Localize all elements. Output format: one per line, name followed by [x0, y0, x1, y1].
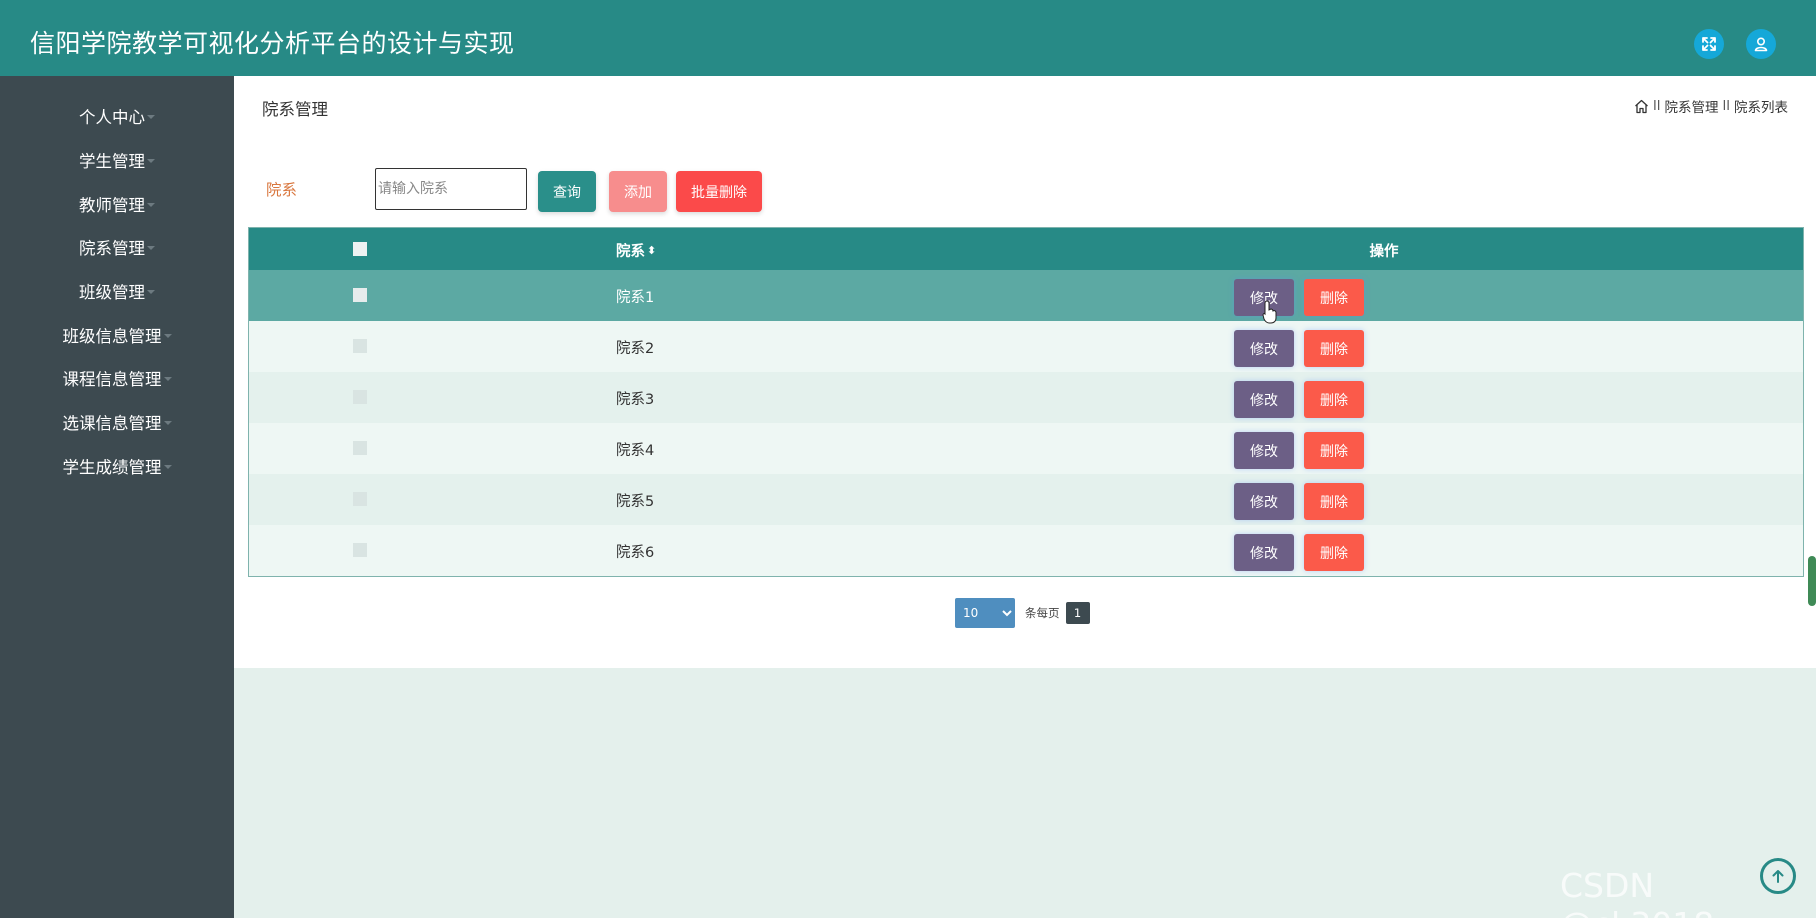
breadcrumb-separator: ll: [1722, 98, 1730, 114]
department-search-input[interactable]: [375, 168, 527, 210]
table-row: 院系2 修改 删除: [249, 321, 1803, 372]
per-page-label: 条每页: [1025, 606, 1060, 620]
department-name: 院系3: [616, 392, 655, 408]
app-title: 信阳学院教学可视化分析平台的设计与实现: [30, 29, 515, 58]
edit-button[interactable]: 修改: [1234, 432, 1294, 469]
page-title: 院系管理: [262, 100, 328, 119]
row-checkbox[interactable]: [353, 543, 367, 557]
sidebar-item-label: 学生成绩管理: [62, 458, 162, 477]
breadcrumb-item-departments[interactable]: 院系管理: [1664, 96, 1718, 116]
page-size-select[interactable]: 10: [955, 598, 1015, 628]
chevron-down-icon: [163, 334, 172, 338]
page-number-button[interactable]: 1: [1065, 602, 1090, 624]
fullscreen-button[interactable]: [1694, 29, 1724, 59]
pointer-cursor-icon: [1262, 300, 1277, 324]
delete-button[interactable]: 删除: [1304, 432, 1364, 469]
expand-icon: [1702, 37, 1716, 51]
edit-button[interactable]: 修改: [1234, 381, 1294, 418]
app-header: 信阳学院教学可视化分析平台的设计与实现: [0, 0, 1816, 76]
sidebar-item-students[interactable]: 学生管理: [0, 145, 234, 175]
department-name: 院系5: [616, 494, 655, 510]
column-header-operations: 操作: [1369, 244, 1399, 260]
delete-button[interactable]: 删除: [1304, 534, 1364, 571]
sidebar-item-course-info[interactable]: 课程信息管理: [0, 363, 234, 393]
department-name: 院系2: [616, 341, 655, 357]
sidebar-item-classes[interactable]: 班级管理: [0, 276, 234, 306]
user-button[interactable]: [1746, 29, 1776, 59]
select-all-checkbox[interactable]: [353, 242, 367, 256]
breadcrumb: ll 院系管理 ll 院系列表: [1634, 96, 1788, 116]
sidebar-item-label: 院系管理: [79, 239, 145, 258]
delete-button[interactable]: 删除: [1304, 279, 1364, 316]
sidebar-item-personal-center[interactable]: 个人中心: [0, 101, 234, 131]
sidebar-item-label: 班级信息管理: [62, 327, 162, 346]
sidebar-item-departments[interactable]: 院系管理: [0, 232, 234, 262]
scrollbar-thumb[interactable]: [1808, 556, 1816, 606]
breadcrumb-item-department-list: 院系列表: [1734, 100, 1788, 116]
sidebar-item-label: 教师管理: [79, 196, 145, 215]
sidebar-item-label: 课程信息管理: [62, 370, 162, 389]
table-row: 院系3 修改 删除: [249, 372, 1803, 423]
department-name: 院系6: [616, 545, 655, 561]
row-checkbox[interactable]: [353, 339, 367, 353]
query-button[interactable]: 查询: [538, 171, 596, 212]
breadcrumb-separator: ll: [1652, 98, 1661, 114]
sidebar-item-grades[interactable]: 学生成绩管理: [0, 451, 234, 481]
department-name: 院系4: [616, 443, 655, 459]
row-checkbox[interactable]: [353, 441, 367, 455]
chevron-down-icon: [163, 377, 172, 381]
sidebar-item-label: 个人中心: [79, 108, 145, 127]
row-checkbox[interactable]: [353, 288, 367, 302]
sidebar-item-label: 选课信息管理: [62, 414, 162, 433]
watermark: CSDN @ck3018: [1560, 866, 1714, 918]
sort-icon: ⬍: [647, 244, 657, 257]
department-name: 院系1: [616, 290, 655, 306]
chevron-down-icon: [147, 115, 155, 119]
home-icon[interactable]: [1634, 99, 1649, 114]
chevron-down-icon: [147, 290, 155, 294]
table-row: 院系6 修改 删除: [249, 525, 1803, 576]
table-row: 院系1 修改 删除: [249, 270, 1803, 321]
chevron-down-icon: [163, 421, 172, 425]
chevron-down-icon: [163, 465, 172, 469]
sidebar-item-class-info[interactable]: 班级信息管理: [0, 320, 234, 350]
table-row: 院系5 修改 删除: [249, 474, 1803, 525]
row-checkbox[interactable]: [353, 492, 367, 506]
chevron-down-icon: [147, 246, 155, 250]
table-row: 院系4 修改 删除: [249, 423, 1803, 474]
table-header: 院系 ⬍ 操作: [249, 228, 1803, 270]
batch-delete-button[interactable]: 批量删除: [676, 171, 762, 212]
edit-button[interactable]: 修改: [1234, 483, 1294, 520]
column-header-department[interactable]: 院系 ⬍: [616, 240, 656, 261]
delete-button[interactable]: 删除: [1304, 483, 1364, 520]
user-icon: [1754, 37, 1768, 52]
sidebar: 个人中心 学生管理 教师管理 院系管理 班级管理 班级信息管理 课程信息管理 选…: [0, 76, 234, 918]
add-button[interactable]: 添加: [609, 171, 667, 212]
chevron-down-icon: [147, 203, 155, 207]
sidebar-item-teachers[interactable]: 教师管理: [0, 189, 234, 219]
search-label: 院系: [266, 181, 298, 199]
pagination: 10 条每页 1: [955, 598, 1090, 628]
row-checkbox[interactable]: [353, 390, 367, 404]
delete-button[interactable]: 删除: [1304, 330, 1364, 367]
chevron-down-icon: [147, 159, 155, 163]
edit-button[interactable]: 修改: [1234, 330, 1294, 367]
delete-button[interactable]: 删除: [1304, 381, 1364, 418]
edit-button[interactable]: 修改: [1234, 534, 1294, 571]
department-table: 院系 ⬍ 操作 院系1 修改 删除 院系2 修改 删除 院系3 修改 删除 院系…: [248, 227, 1804, 577]
sidebar-item-label: 班级管理: [79, 283, 145, 302]
sidebar-item-enrollment-info[interactable]: 选课信息管理: [0, 407, 234, 437]
sidebar-item-label: 学生管理: [79, 152, 145, 171]
